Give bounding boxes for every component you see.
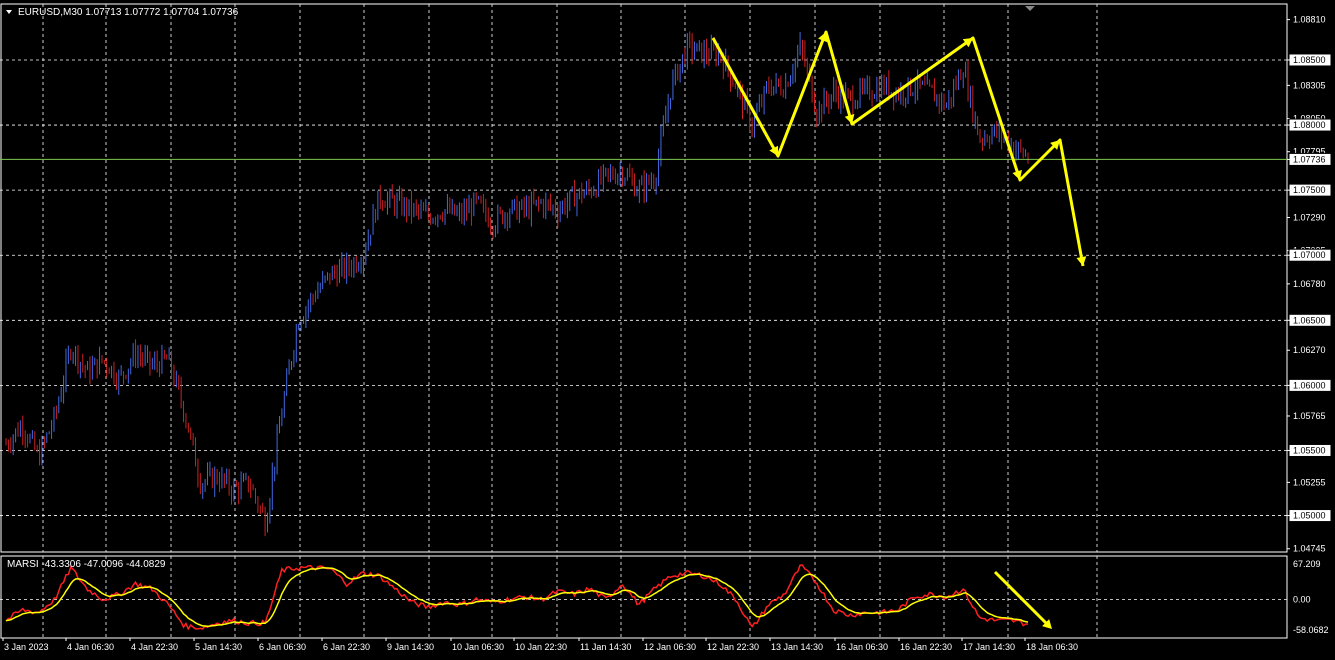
time-tick-label: 18 Jan 06:30 [1026, 642, 1078, 652]
oscillator-values: -43.3306 -47.0096 -44.0829 [41, 559, 165, 570]
oscillator-frame [0, 555, 1288, 639]
symbol-title: EURUSD,M30 [18, 7, 85, 18]
price-tick-label: 1.05500 [1293, 445, 1326, 455]
price-tick-label: 1.06780 [1293, 279, 1326, 289]
time-tick-label: 16 Jan 22:30 [900, 642, 952, 652]
price-tick-label: 1.07000 [1293, 250, 1326, 260]
oscillator-header: MARSI -43.3306 -47.0096 -44.0829 [7, 559, 166, 570]
price-axis: 1.088101.085001.083051.080501.080001.077… [1287, 15, 1332, 554]
time-axis: 3 Jan 2023 4 Jan 06:30 4 Jan 22:30 5 Jan 14… [2, 638, 1078, 652]
oscillator-main-line [5, 564, 1029, 631]
time-tick-label: 6 Jan 22:30 [323, 642, 370, 652]
price-tick-label: 1.08305 [1293, 80, 1326, 90]
price-tick-label: 1.07500 [1293, 185, 1326, 195]
price-tick-label: 1.05000 [1293, 511, 1326, 521]
price-tick-label: 1.04745 [1293, 544, 1326, 554]
scroll-marker-icon[interactable] [1025, 6, 1035, 11]
annotation-arrows [711, 30, 1087, 629]
price-tick-label: 1.07290 [1293, 212, 1326, 222]
price-tick-label: 1.07736 [1293, 154, 1326, 164]
osc-tick-label: -58.0682 [1293, 625, 1329, 635]
time-tick-label: 17 Jan 14:30 [963, 642, 1015, 652]
oscillator-axis: 67.209 0.00 -58.0682 [1293, 559, 1329, 635]
time-tick-label: 5 Jan 14:30 [195, 642, 242, 652]
trading-chart-window[interactable]: 1.08810 1.08500 1.08305 1.08050 1.08000 1.077… [0, 0, 1335, 660]
time-tick-label: 9 Jan 14:30 [387, 642, 434, 652]
price-tick-label: 1.05255 [1293, 477, 1326, 487]
time-tick-label: 11 Jan 14:30 [580, 642, 631, 652]
time-tick-label: 4 Jan 22:30 [131, 642, 178, 652]
price-tick-label: 1.06270 [1293, 345, 1326, 355]
time-tick-label: 13 Jan 14:30 [771, 642, 823, 652]
chart-canvas[interactable]: 1.088101.085001.083051.080501.080001.077… [0, 0, 1335, 660]
oscillator-title: MARSI [7, 559, 41, 570]
osc-tick-label: 67.209 [1293, 559, 1321, 569]
ohlc-values: 1.07713 1.07772 1.07704 1.07736 [85, 7, 238, 18]
chart-header: EURUSD,M30 1.07713 1.07772 1.07704 1.077… [18, 7, 239, 18]
time-tick-label: 12 Jan 22:30 [707, 642, 759, 652]
time-tick-label: 3 Jan 2023 [4, 642, 49, 652]
price-tick-label: 1.06000 [1293, 380, 1326, 390]
time-tick-label: 6 Jan 06:30 [259, 642, 306, 652]
time-tick-label: 16 Jan 06:30 [836, 642, 888, 652]
price-tick-label: 1.08810 [1293, 15, 1326, 25]
dropdown-triangle-icon[interactable] [6, 10, 12, 14]
osc-tick-label: 0.00 [1293, 594, 1311, 604]
price-tick-label: 1.08000 [1293, 120, 1326, 130]
time-tick-label: 10 Jan 22:30 [515, 642, 567, 652]
price-tick-label: 1.05765 [1293, 411, 1326, 421]
time-tick-label: 12 Jan 06:30 [644, 642, 696, 652]
time-tick-label: 4 Jan 06:30 [67, 642, 114, 652]
main-chart-frame [0, 3, 1288, 553]
price-tick-label: 1.06500 [1293, 315, 1326, 325]
annotation-zigzag-line [711, 30, 1085, 267]
grid [0, 4, 1287, 638]
time-tick-label: 10 Jan 06:30 [452, 642, 504, 652]
price-tick-label: 1.08500 [1293, 55, 1326, 65]
